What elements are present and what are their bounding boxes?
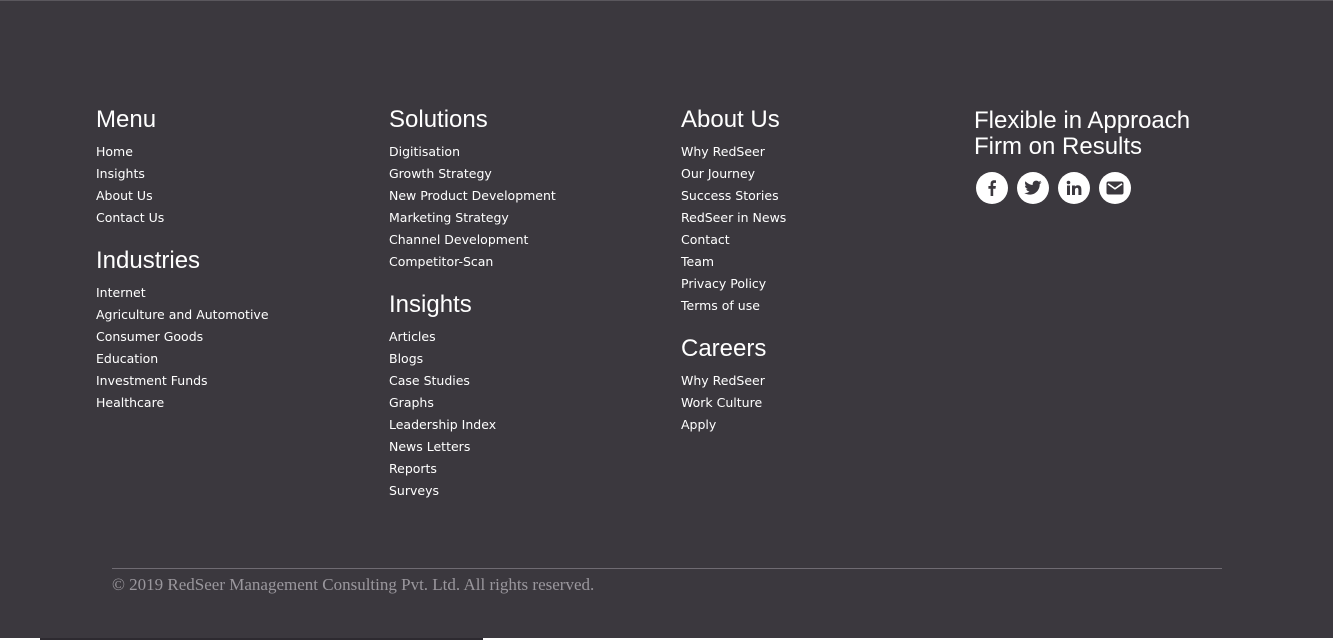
careers-link-work-culture[interactable]: Work Culture [681,392,786,414]
insights-link-case-studies[interactable]: Case Studies [389,370,556,392]
facebook-icon [988,180,996,196]
about-link-team[interactable]: Team [681,251,786,273]
careers-links: Why RedSeer Work Culture Apply [681,370,786,436]
careers-section: Careers Why RedSeer Work Culture Apply [681,335,786,436]
careers-heading: Careers [681,335,767,362]
solutions-links: Digitisation Growth Strategy New Product… [389,141,556,273]
solutions-link-marketing-strategy[interactable]: Marketing Strategy [389,207,556,229]
insights-link-news-letters[interactable]: News Letters [389,436,556,458]
industries-link-investment-funds[interactable]: Investment Funds [96,370,269,392]
social-links [976,172,1190,204]
industries-link-education[interactable]: Education [96,348,269,370]
tagline: Flexible in Approach Firm on Results [974,108,1190,160]
insights-link-articles[interactable]: Articles [389,326,556,348]
footer-column-3: About Us Why RedSeer Our Journey Success… [681,106,786,454]
footer-column-1: Menu Home Insights About Us Contact Us I… [96,106,269,432]
industries-link-healthcare[interactable]: Healthcare [96,392,269,414]
footer-column-2: Solutions Digitisation Growth Strategy N… [389,106,556,520]
solutions-link-new-product-development[interactable]: New Product Development [389,185,556,207]
solutions-heading: Solutions [389,106,488,133]
solutions-link-digitisation[interactable]: Digitisation [389,141,556,163]
industries-heading: Industries [96,247,201,274]
about-heading: About Us [681,106,780,133]
industries-links: Internet Agriculture and Automotive Cons… [96,282,269,414]
solutions-link-growth-strategy[interactable]: Growth Strategy [389,163,556,185]
linkedin-icon [1066,180,1082,195]
about-link-privacy-policy[interactable]: Privacy Policy [681,273,786,295]
careers-link-why-redseer[interactable]: Why RedSeer [681,370,786,392]
about-link-success-stories[interactable]: Success Stories [681,185,786,207]
insights-links: Articles Blogs Case Studies Graphs Leade… [389,326,556,502]
footer-divider [112,568,1222,569]
insights-heading: Insights [389,291,472,318]
twitter-button[interactable] [1017,172,1049,204]
site-footer: Menu Home Insights About Us Contact Us I… [0,0,1335,640]
about-link-redseer-in-news[interactable]: RedSeer in News [681,207,786,229]
email-button[interactable] [1099,172,1131,204]
industries-section: Industries Internet Agriculture and Auto… [96,247,269,414]
twitter-icon [1024,180,1042,195]
industries-link-internet[interactable]: Internet [96,282,269,304]
footer-column-4: Flexible in Approach Firm on Results [974,106,1190,204]
insights-link-graphs[interactable]: Graphs [389,392,556,414]
industries-link-consumer-goods[interactable]: Consumer Goods [96,326,269,348]
about-section: About Us Why RedSeer Our Journey Success… [681,106,786,317]
tagline-line-2: Firm on Results [974,133,1143,160]
solutions-link-channel-development[interactable]: Channel Development [389,229,556,251]
menu-section: Menu Home Insights About Us Contact Us [96,106,269,229]
insights-link-leadership-index[interactable]: Leadership Index [389,414,556,436]
menu-link-insights[interactable]: Insights [96,163,269,185]
menu-links: Home Insights About Us Contact Us [96,141,269,229]
facebook-button[interactable] [976,172,1008,204]
about-link-why-redseer[interactable]: Why RedSeer [681,141,786,163]
solutions-section: Solutions Digitisation Growth Strategy N… [389,106,556,273]
insights-section: Insights Articles Blogs Case Studies Gra… [389,291,556,502]
email-icon [1106,181,1124,195]
careers-link-apply[interactable]: Apply [681,414,786,436]
tagline-line-1: Flexible in Approach [974,107,1191,134]
insights-link-blogs[interactable]: Blogs [389,348,556,370]
menu-heading: Menu [96,106,157,133]
industries-link-agriculture-automotive[interactable]: Agriculture and Automotive [96,304,269,326]
linkedin-button[interactable] [1058,172,1090,204]
menu-link-about-us[interactable]: About Us [96,185,269,207]
insights-link-surveys[interactable]: Surveys [389,480,556,502]
insights-link-reports[interactable]: Reports [389,458,556,480]
top-border [0,0,1335,1]
about-link-our-journey[interactable]: Our Journey [681,163,786,185]
about-link-terms-of-use[interactable]: Terms of use [681,295,786,317]
about-links: Why RedSeer Our Journey Success Stories … [681,141,786,317]
about-link-contact[interactable]: Contact [681,229,786,251]
menu-link-contact-us[interactable]: Contact Us [96,207,269,229]
solutions-link-competitor-scan[interactable]: Competitor-Scan [389,251,556,273]
menu-link-home[interactable]: Home [96,141,269,163]
copyright-text: © 2019 RedSeer Management Consulting Pvt… [112,575,595,594]
